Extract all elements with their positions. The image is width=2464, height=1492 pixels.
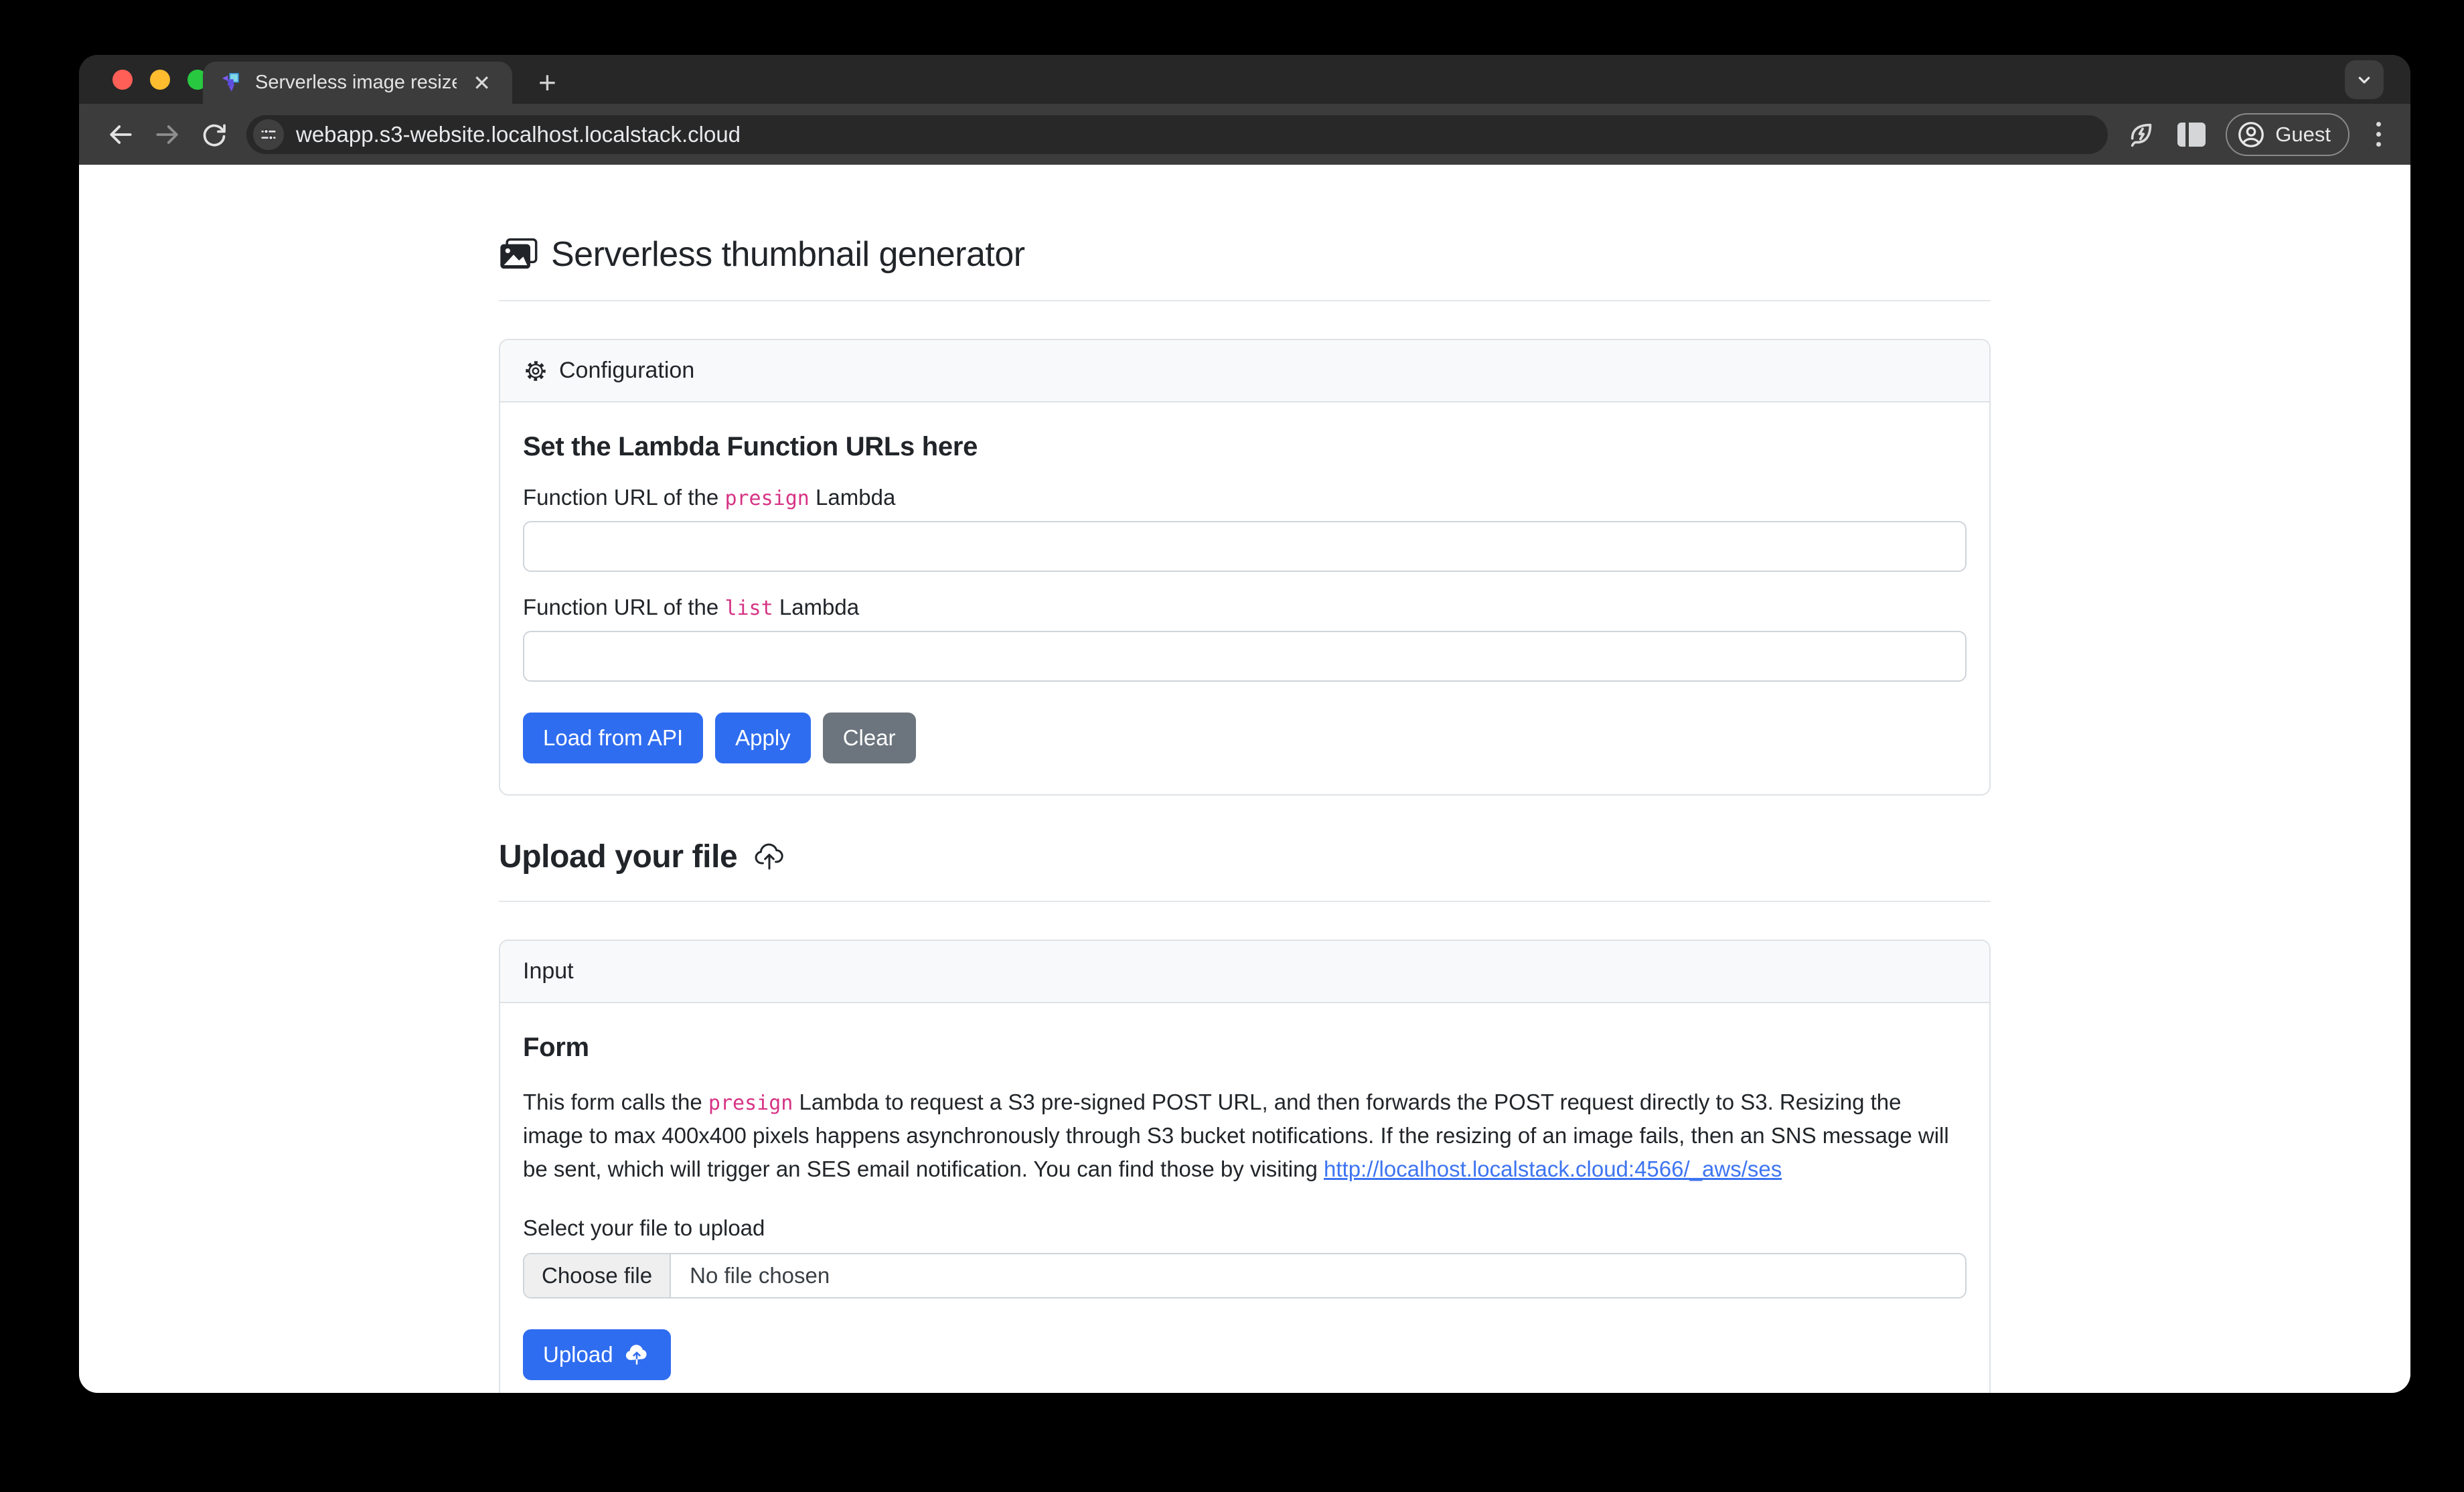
input-card-header: Input — [500, 941, 1989, 1003]
cloud-upload-fill-icon — [623, 1342, 651, 1367]
form-description: This form calls the presign Lambda to re… — [523, 1086, 1967, 1186]
web-page: Serverless thumbnail generator Configura… — [79, 165, 2410, 1393]
url-text: webapp.s3-website.localhost.localstack.c… — [296, 122, 741, 147]
input-card: Input Form This form calls the presign L… — [499, 940, 1991, 1393]
config-heading: Set the Lambda Function URLs here — [523, 432, 1967, 462]
gear-icon — [523, 358, 548, 384]
profile-label: Guest — [2275, 123, 2331, 147]
input-card-title: Input — [523, 958, 574, 984]
performance-button[interactable] — [2127, 119, 2157, 150]
back-arrow-icon — [106, 120, 135, 149]
form-heading: Form — [523, 1033, 1967, 1063]
reload-icon — [200, 121, 228, 149]
list-url-label: Function URL of the list Lambda — [523, 595, 1967, 620]
list-url-input[interactable] — [523, 631, 1967, 682]
side-panel-icon — [2177, 123, 2185, 147]
browser-tab[interactable]: Serverless image resizer ✕ — [203, 62, 512, 104]
side-panel-button[interactable] — [2177, 123, 2206, 147]
chevron-down-icon — [2354, 69, 2375, 90]
site-settings-button[interactable] — [253, 119, 284, 150]
configuration-card: Configuration Set the Lambda Function UR… — [499, 339, 1991, 796]
configuration-card-title: Configuration — [559, 358, 694, 384]
file-input[interactable]: Choose file No file chosen — [523, 1253, 1967, 1298]
screen: Serverless image resizer ✕ + — [0, 0, 2464, 1492]
minimize-window-button[interactable] — [150, 70, 170, 90]
page-title: Serverless thumbnail generator — [499, 234, 1991, 275]
favicon — [220, 72, 243, 94]
tab-title: Serverless image resizer — [255, 72, 457, 94]
load-from-api-button[interactable]: Load from API — [523, 713, 703, 763]
images-icon — [499, 238, 538, 271]
choose-file-button[interactable]: Choose file — [524, 1254, 671, 1297]
upload-button[interactable]: Upload — [523, 1329, 671, 1380]
back-button[interactable] — [102, 116, 139, 153]
configuration-card-header: Configuration — [500, 340, 1989, 402]
reload-button[interactable] — [196, 116, 233, 153]
forward-arrow-icon — [153, 120, 182, 149]
clear-button[interactable]: Clear — [823, 713, 916, 763]
address-bar[interactable]: webapp.s3-website.localhost.localstack.c… — [246, 115, 2108, 154]
forward-button[interactable] — [149, 116, 186, 153]
upload-section-heading: Upload your file — [499, 838, 1991, 875]
browser-toolbar: webapp.s3-website.localhost.localstack.c… — [79, 104, 2410, 165]
window-controls — [112, 70, 208, 90]
presign-url-input[interactable] — [523, 521, 1967, 572]
apply-button[interactable]: Apply — [715, 713, 811, 763]
profile-button[interactable]: Guest — [2226, 113, 2350, 156]
tab-search-button[interactable] — [2345, 60, 2384, 99]
presign-url-label: Function URL of the presign Lambda — [523, 485, 1967, 510]
close-window-button[interactable] — [112, 70, 133, 90]
cloud-upload-icon — [752, 841, 787, 873]
list-code: list — [724, 597, 773, 620]
presign-code: presign — [708, 1092, 793, 1115]
divider — [499, 300, 1991, 301]
tune-icon — [259, 125, 278, 144]
divider — [499, 901, 1991, 902]
browser-window: Serverless image resizer ✕ + — [79, 55, 2410, 1393]
browser-menu-button[interactable] — [2370, 122, 2388, 147]
person-icon — [2236, 120, 2266, 149]
file-status-text: No file chosen — [671, 1254, 848, 1297]
file-upload-label: Select your file to upload — [523, 1215, 1967, 1241]
energy-saver-leaf-icon — [2127, 119, 2157, 150]
tab-close-icon[interactable]: ✕ — [469, 71, 495, 95]
tab-strip: Serverless image resizer ✕ + — [79, 55, 2410, 104]
new-tab-button[interactable]: + — [532, 64, 563, 100]
presign-code: presign — [724, 487, 809, 510]
ses-link[interactable]: http://localhost.localstack.cloud:4566/_… — [1324, 1157, 1782, 1181]
